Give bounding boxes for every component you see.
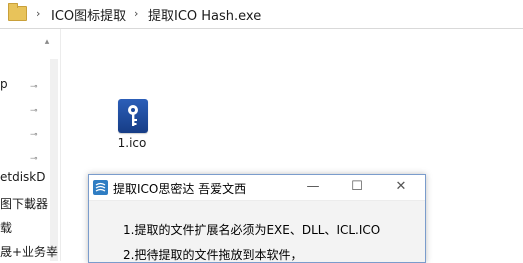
dialog-body[interactable]: 1.提取的文件扩展名必须为EXE、DLL、ICL.ICO 2.把待提取的文件拖放…: [89, 201, 425, 262]
address-bar[interactable]: › ICO图标提取 › 提取ICO Hash.exe: [0, 0, 523, 29]
breadcrumb-separator: ›: [134, 7, 139, 20]
folder-icon: [8, 3, 27, 21]
file-name: 1.ico: [117, 136, 147, 150]
nav-item-p[interactable]: p: [0, 77, 58, 91]
dialog-titlebar[interactable]: 提取ICO思密达 吾爱文西 — ☐ ✕: [89, 175, 425, 201]
close-button[interactable]: ✕: [379, 175, 423, 200]
pin-icon: ⊸: [30, 130, 38, 140]
pin-icon: ⊸: [30, 154, 38, 164]
nav-item-zai[interactable]: 载: [0, 219, 58, 236]
key-file-icon: [118, 99, 148, 133]
minimize-button[interactable]: —: [291, 175, 335, 200]
breadcrumb-ico-extract[interactable]: ICO图标提取: [51, 5, 126, 24]
instruction-line-1: 1.提取的文件扩展名必须为EXE、DLL、ICL.ICO: [123, 223, 381, 237]
nav-item-downloader[interactable]: 图下載器: [0, 195, 58, 212]
instruction-line-2: 2.把待提取的文件拖放到本软件，: [123, 248, 303, 262]
pin-icon: ⊸: [30, 106, 38, 116]
maximize-button[interactable]: ☐: [335, 175, 379, 200]
app-icon: [93, 180, 108, 195]
nav-item-netdisk[interactable]: etdiskD: [0, 170, 58, 184]
nav-item-business[interactable]: 晟+业务峷: [0, 243, 58, 260]
extract-ico-dialog[interactable]: 提取ICO思密达 吾爱文西 — ☐ ✕ 1.提取的文件扩展名必须为EXE、DLL…: [88, 174, 426, 263]
file-item-1-ico[interactable]: 1.ico: [104, 96, 160, 158]
chevron-up-icon[interactable]: ▴: [42, 37, 52, 47]
navigation-pane[interactable]: ▴ p ⊸ ⊸ ⊸ ⊸ etdiskD 图下載器 载 晟+业务峷: [0, 29, 61, 261]
pin-icon: ⊸: [30, 82, 38, 92]
dialog-title: 提取ICO思密达 吾爱文西: [113, 182, 247, 196]
breadcrumb-current-folder[interactable]: 提取ICO Hash.exe: [148, 5, 261, 24]
breadcrumb-separator: ›: [36, 7, 41, 20]
